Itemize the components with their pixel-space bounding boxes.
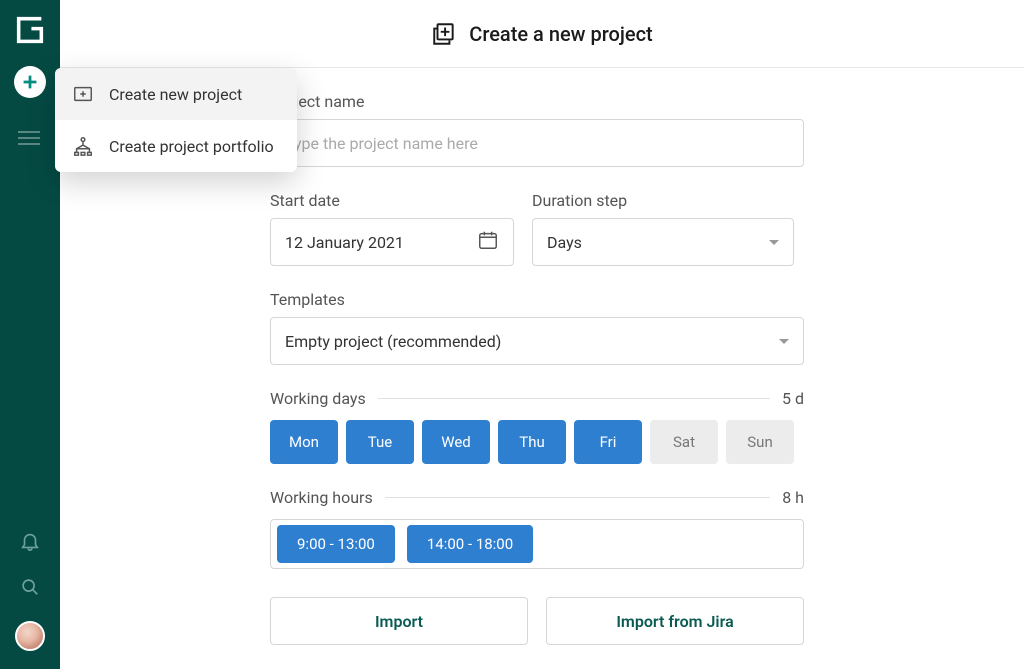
duration-step-select[interactable]: Days	[532, 218, 794, 266]
create-new-project-item[interactable]: Create new project	[55, 68, 297, 120]
day-toggle-tue[interactable]: Tue	[346, 420, 414, 464]
day-toggle-wed[interactable]: Wed	[422, 420, 490, 464]
create-project-portfolio-item[interactable]: Create project portfolio	[55, 120, 297, 172]
duration-step-label: Duration step	[532, 191, 794, 210]
calendar-icon	[477, 229, 499, 255]
popover-item-label: Create project portfolio	[109, 137, 274, 156]
start-date-label: Start date	[270, 191, 514, 210]
search-icon[interactable]	[18, 575, 42, 599]
day-toggle-sat[interactable]: Sat	[650, 420, 718, 464]
new-project-icon	[71, 82, 95, 106]
day-toggle-thu[interactable]: Thu	[498, 420, 566, 464]
day-toggle-mon[interactable]: Mon	[270, 420, 338, 464]
avatar[interactable]	[15, 621, 45, 651]
import-button[interactable]: Import	[270, 597, 528, 645]
templates-select[interactable]: Empty project (recommended)	[270, 317, 804, 365]
hour-range-chip[interactable]: 9:00 - 13:00	[277, 525, 395, 563]
chevron-down-icon	[769, 240, 779, 245]
hour-range-chip[interactable]: 14:00 - 18:00	[407, 525, 533, 563]
portfolio-icon	[71, 134, 95, 158]
page-title: Create a new project	[469, 22, 652, 46]
working-hours-count: 8 h	[782, 488, 804, 507]
chevron-down-icon	[779, 339, 789, 344]
app-logo	[12, 12, 48, 48]
working-hours-label: Working hours	[270, 488, 373, 507]
create-button[interactable]	[14, 66, 46, 98]
day-toggle-fri[interactable]: Fri	[574, 420, 642, 464]
project-name-label: Project name	[270, 92, 1024, 111]
day-toggle-sun[interactable]: Sun	[726, 420, 794, 464]
start-date-value: 12 January 2021	[285, 233, 404, 252]
import-from-jira-button[interactable]: Import from Jira	[546, 597, 804, 645]
menu-toggle[interactable]	[18, 126, 42, 150]
notifications-icon[interactable]	[18, 529, 42, 553]
templates-label: Templates	[270, 290, 1024, 309]
create-popover: Create new project Create project portfo…	[55, 68, 297, 172]
templates-value: Empty project (recommended)	[285, 332, 501, 351]
sidebar	[0, 0, 60, 669]
working-days-label: Working days	[270, 389, 366, 408]
create-project-icon	[431, 21, 457, 47]
working-hours-box[interactable]: 9:00 - 13:00 14:00 - 18:00	[270, 519, 804, 569]
titlebar: Create a new project	[60, 0, 1024, 68]
popover-item-label: Create new project	[109, 85, 242, 104]
working-days-count: 5 d	[782, 389, 804, 408]
start-date-input[interactable]: 12 January 2021	[270, 218, 514, 266]
project-name-input[interactable]: Type the project name here	[270, 119, 804, 167]
duration-step-value: Days	[547, 233, 582, 252]
